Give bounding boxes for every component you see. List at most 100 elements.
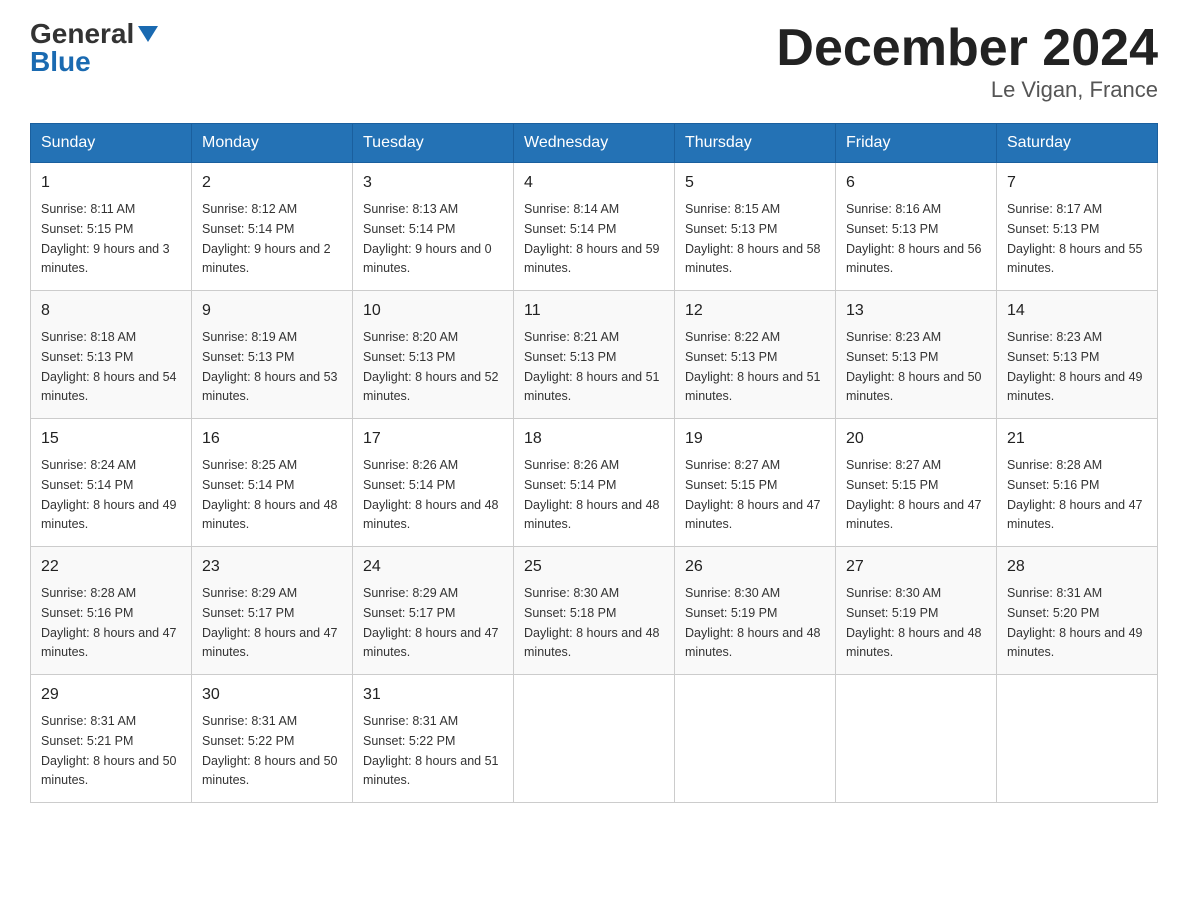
table-row: 6 Sunrise: 8:16 AMSunset: 5:13 PMDayligh…: [836, 163, 997, 291]
title-block: December 2024 Le Vigan, France: [776, 20, 1158, 103]
day-info: Sunrise: 8:31 AMSunset: 5:21 PMDaylight:…: [41, 714, 177, 787]
page-location: Le Vigan, France: [776, 77, 1158, 103]
table-row: [836, 675, 997, 803]
table-row: 31 Sunrise: 8:31 AMSunset: 5:22 PMDaylig…: [353, 675, 514, 803]
day-info: Sunrise: 8:23 AMSunset: 5:13 PMDaylight:…: [846, 330, 982, 403]
day-number: 5: [685, 171, 825, 195]
table-row: 9 Sunrise: 8:19 AMSunset: 5:13 PMDayligh…: [192, 291, 353, 419]
table-row: 15 Sunrise: 8:24 AMSunset: 5:14 PMDaylig…: [31, 419, 192, 547]
day-number: 26: [685, 555, 825, 579]
day-number: 24: [363, 555, 503, 579]
calendar-week-row: 22 Sunrise: 8:28 AMSunset: 5:16 PMDaylig…: [31, 547, 1158, 675]
day-info: Sunrise: 8:15 AMSunset: 5:13 PMDaylight:…: [685, 202, 821, 275]
calendar-week-row: 1 Sunrise: 8:11 AMSunset: 5:15 PMDayligh…: [31, 163, 1158, 291]
day-number: 22: [41, 555, 181, 579]
table-row: 12 Sunrise: 8:22 AMSunset: 5:13 PMDaylig…: [675, 291, 836, 419]
day-number: 1: [41, 171, 181, 195]
day-number: 25: [524, 555, 664, 579]
day-info: Sunrise: 8:16 AMSunset: 5:13 PMDaylight:…: [846, 202, 982, 275]
day-info: Sunrise: 8:24 AMSunset: 5:14 PMDaylight:…: [41, 458, 177, 531]
logo: General Blue: [30, 20, 158, 76]
table-row: 10 Sunrise: 8:20 AMSunset: 5:13 PMDaylig…: [353, 291, 514, 419]
table-row: 27 Sunrise: 8:30 AMSunset: 5:19 PMDaylig…: [836, 547, 997, 675]
day-number: 21: [1007, 427, 1147, 451]
day-info: Sunrise: 8:27 AMSunset: 5:15 PMDaylight:…: [846, 458, 982, 531]
day-info: Sunrise: 8:31 AMSunset: 5:22 PMDaylight:…: [363, 714, 499, 787]
day-info: Sunrise: 8:25 AMSunset: 5:14 PMDaylight:…: [202, 458, 338, 531]
table-row: 25 Sunrise: 8:30 AMSunset: 5:18 PMDaylig…: [514, 547, 675, 675]
day-info: Sunrise: 8:31 AMSunset: 5:20 PMDaylight:…: [1007, 586, 1143, 659]
day-info: Sunrise: 8:30 AMSunset: 5:19 PMDaylight:…: [685, 586, 821, 659]
day-number: 30: [202, 683, 342, 707]
table-row: [997, 675, 1158, 803]
day-number: 8: [41, 299, 181, 323]
table-row: 17 Sunrise: 8:26 AMSunset: 5:14 PMDaylig…: [353, 419, 514, 547]
day-number: 28: [1007, 555, 1147, 579]
day-info: Sunrise: 8:20 AMSunset: 5:13 PMDaylight:…: [363, 330, 499, 403]
table-row: 29 Sunrise: 8:31 AMSunset: 5:21 PMDaylig…: [31, 675, 192, 803]
day-number: 3: [363, 171, 503, 195]
table-row: 2 Sunrise: 8:12 AMSunset: 5:14 PMDayligh…: [192, 163, 353, 291]
calendar-week-row: 29 Sunrise: 8:31 AMSunset: 5:21 PMDaylig…: [31, 675, 1158, 803]
day-info: Sunrise: 8:28 AMSunset: 5:16 PMDaylight:…: [1007, 458, 1143, 531]
table-row: 3 Sunrise: 8:13 AMSunset: 5:14 PMDayligh…: [353, 163, 514, 291]
day-number: 20: [846, 427, 986, 451]
day-number: 6: [846, 171, 986, 195]
col-wednesday: Wednesday: [514, 124, 675, 163]
table-row: 24 Sunrise: 8:29 AMSunset: 5:17 PMDaylig…: [353, 547, 514, 675]
day-number: 2: [202, 171, 342, 195]
day-number: 4: [524, 171, 664, 195]
day-number: 12: [685, 299, 825, 323]
day-number: 18: [524, 427, 664, 451]
day-number: 11: [524, 299, 664, 323]
day-info: Sunrise: 8:31 AMSunset: 5:22 PMDaylight:…: [202, 714, 338, 787]
col-thursday: Thursday: [675, 124, 836, 163]
day-number: 19: [685, 427, 825, 451]
day-number: 14: [1007, 299, 1147, 323]
table-row: 1 Sunrise: 8:11 AMSunset: 5:15 PMDayligh…: [31, 163, 192, 291]
calendar-header-row: Sunday Monday Tuesday Wednesday Thursday…: [31, 124, 1158, 163]
day-number: 13: [846, 299, 986, 323]
table-row: 21 Sunrise: 8:28 AMSunset: 5:16 PMDaylig…: [997, 419, 1158, 547]
day-number: 17: [363, 427, 503, 451]
day-number: 27: [846, 555, 986, 579]
col-sunday: Sunday: [31, 124, 192, 163]
day-info: Sunrise: 8:14 AMSunset: 5:14 PMDaylight:…: [524, 202, 660, 275]
table-row: 14 Sunrise: 8:23 AMSunset: 5:13 PMDaylig…: [997, 291, 1158, 419]
day-number: 23: [202, 555, 342, 579]
table-row: 30 Sunrise: 8:31 AMSunset: 5:22 PMDaylig…: [192, 675, 353, 803]
calendar-week-row: 15 Sunrise: 8:24 AMSunset: 5:14 PMDaylig…: [31, 419, 1158, 547]
page-header: General Blue December 2024 Le Vigan, Fra…: [30, 20, 1158, 103]
day-number: 16: [202, 427, 342, 451]
day-info: Sunrise: 8:29 AMSunset: 5:17 PMDaylight:…: [363, 586, 499, 659]
day-info: Sunrise: 8:22 AMSunset: 5:13 PMDaylight:…: [685, 330, 821, 403]
table-row: 16 Sunrise: 8:25 AMSunset: 5:14 PMDaylig…: [192, 419, 353, 547]
table-row: 28 Sunrise: 8:31 AMSunset: 5:20 PMDaylig…: [997, 547, 1158, 675]
day-info: Sunrise: 8:29 AMSunset: 5:17 PMDaylight:…: [202, 586, 338, 659]
day-info: Sunrise: 8:28 AMSunset: 5:16 PMDaylight:…: [41, 586, 177, 659]
page-title: December 2024: [776, 20, 1158, 77]
day-info: Sunrise: 8:26 AMSunset: 5:14 PMDaylight:…: [363, 458, 499, 531]
col-tuesday: Tuesday: [353, 124, 514, 163]
day-number: 7: [1007, 171, 1147, 195]
day-number: 29: [41, 683, 181, 707]
day-info: Sunrise: 8:27 AMSunset: 5:15 PMDaylight:…: [685, 458, 821, 531]
table-row: [675, 675, 836, 803]
day-number: 9: [202, 299, 342, 323]
day-info: Sunrise: 8:18 AMSunset: 5:13 PMDaylight:…: [41, 330, 177, 403]
table-row: 5 Sunrise: 8:15 AMSunset: 5:13 PMDayligh…: [675, 163, 836, 291]
table-row: 26 Sunrise: 8:30 AMSunset: 5:19 PMDaylig…: [675, 547, 836, 675]
day-info: Sunrise: 8:12 AMSunset: 5:14 PMDaylight:…: [202, 202, 331, 275]
table-row: 13 Sunrise: 8:23 AMSunset: 5:13 PMDaylig…: [836, 291, 997, 419]
col-saturday: Saturday: [997, 124, 1158, 163]
day-info: Sunrise: 8:19 AMSunset: 5:13 PMDaylight:…: [202, 330, 338, 403]
day-info: Sunrise: 8:30 AMSunset: 5:18 PMDaylight:…: [524, 586, 660, 659]
day-info: Sunrise: 8:26 AMSunset: 5:14 PMDaylight:…: [524, 458, 660, 531]
table-row: 23 Sunrise: 8:29 AMSunset: 5:17 PMDaylig…: [192, 547, 353, 675]
table-row: 19 Sunrise: 8:27 AMSunset: 5:15 PMDaylig…: [675, 419, 836, 547]
col-monday: Monday: [192, 124, 353, 163]
day-info: Sunrise: 8:17 AMSunset: 5:13 PMDaylight:…: [1007, 202, 1143, 275]
table-row: 8 Sunrise: 8:18 AMSunset: 5:13 PMDayligh…: [31, 291, 192, 419]
day-info: Sunrise: 8:13 AMSunset: 5:14 PMDaylight:…: [363, 202, 492, 275]
col-friday: Friday: [836, 124, 997, 163]
